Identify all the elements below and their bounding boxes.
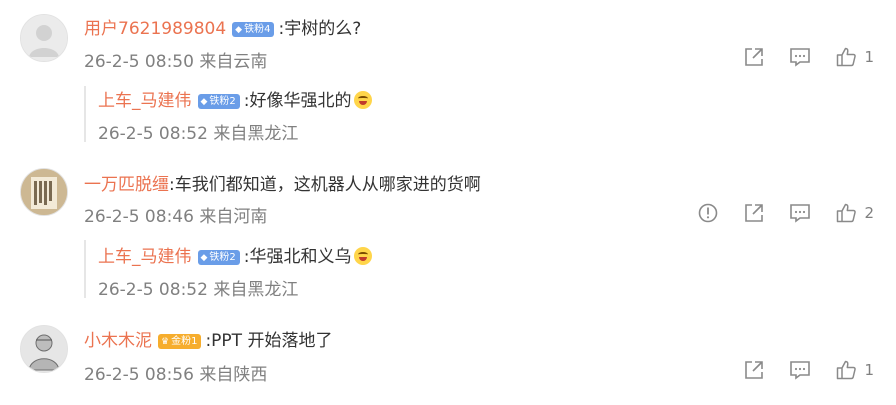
laugh-cry-emoji-icon — [353, 91, 372, 109]
sketch-portrait-avatar-icon — [21, 326, 67, 372]
reply-username-link[interactable]: 上车_马建伟 — [98, 91, 192, 111]
comment-line: 用户7621989804 ◆ 铁粉4:宇树的么? — [84, 14, 361, 39]
comment-icon — [790, 204, 811, 223]
reply-divider — [84, 86, 86, 142]
reply-divider — [84, 240, 86, 298]
reply-username-link[interactable]: 上车_马建伟 — [98, 247, 192, 267]
username-link[interactable]: 用户7621989804 — [84, 19, 226, 39]
comment-text: :PPT 开始落地了 — [205, 331, 333, 351]
reply-line: 上车_马建伟 ◆ 铁粉2:好像华强北的 — [98, 86, 372, 111]
comment-meta: 26-2-5 08:46 来自河南 — [84, 207, 268, 227]
comment-meta: 26-2-5 08:56 来自陕西 — [84, 365, 268, 385]
comment-text: :车我们都知道，这机器人从哪家进的货啊 — [169, 175, 481, 195]
fan-badge[interactable]: ♛ 金粉1 — [158, 334, 202, 349]
fan-badge[interactable]: ◆ 铁粉2 — [197, 250, 240, 265]
share-icon — [745, 48, 764, 66]
avatar-user[interactable] — [20, 168, 68, 216]
like-count: 2 — [864, 204, 874, 222]
comment-button[interactable] — [789, 46, 811, 68]
like-button[interactable]: 1 — [835, 359, 874, 381]
like-icon — [837, 360, 857, 380]
comment-meta: 26-2-5 08:50 来自云南 — [84, 52, 268, 72]
comment-icon — [790, 361, 811, 380]
comment-actions: 1 — [719, 45, 874, 69]
avatar-default[interactable] — [20, 14, 68, 62]
like-button[interactable]: 1 — [835, 46, 874, 68]
avatar-user[interactable] — [20, 325, 68, 373]
comment-text: :宇树的么? — [278, 19, 362, 39]
share-icon — [745, 361, 764, 379]
like-button[interactable]: 2 — [835, 202, 874, 224]
reply-text: :好像华强北的 — [243, 91, 352, 111]
comment-icon — [790, 48, 811, 67]
fan-badge[interactable]: ◆ 铁粉4 — [232, 22, 275, 37]
comment-actions: 2 — [673, 201, 874, 225]
comment-button[interactable] — [789, 359, 811, 381]
comment-line: 一万匹脱缰:车我们都知道，这机器人从哪家进的货啊 — [84, 170, 481, 195]
share-button[interactable] — [743, 202, 765, 224]
reply-meta: 26-2-5 08:52 来自黑龙江 — [98, 280, 299, 300]
fan-badge[interactable]: ◆ 铁粉2 — [197, 94, 240, 109]
like-count: 1 — [864, 48, 874, 66]
username-link[interactable]: 一万匹脱缰 — [84, 175, 169, 195]
comment-line: 小木木泥 ♛ 金粉1:PPT 开始落地了 — [84, 326, 332, 351]
username-link[interactable]: 小木木泥 — [84, 331, 152, 351]
share-icon — [745, 204, 764, 222]
like-count: 1 — [864, 361, 874, 379]
comment-button[interactable] — [789, 202, 811, 224]
paper-scroll-avatar-icon — [21, 169, 67, 215]
share-button[interactable] — [743, 46, 765, 68]
reply-text: :华强北和义乌 — [243, 247, 352, 267]
reply-line: 上车_马建伟 ◆ 铁粉2:华强北和义乌 — [98, 242, 372, 267]
share-button[interactable] — [743, 359, 765, 381]
reply-meta: 26-2-5 08:52 来自黑龙江 — [98, 124, 299, 144]
default-avatar-icon — [21, 15, 67, 61]
report-button[interactable] — [697, 202, 719, 224]
like-icon — [837, 47, 857, 67]
comment-actions: 1 — [719, 358, 874, 382]
laugh-cry-emoji-icon — [353, 247, 372, 265]
like-icon — [837, 203, 857, 223]
report-icon — [699, 203, 718, 223]
